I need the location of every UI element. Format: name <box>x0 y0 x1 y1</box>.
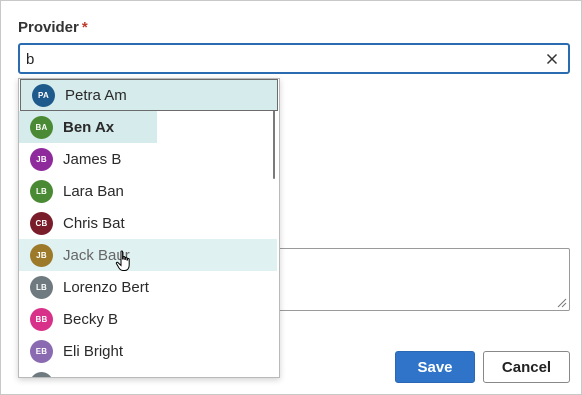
dropdown-option[interactable]: EB Eli Bright <box>19 335 277 367</box>
dropdown-option[interactable]: BB Becky B <box>19 303 277 335</box>
avatar: LB <box>30 275 53 299</box>
avatar: BA <box>30 115 53 139</box>
avatar: JB <box>30 243 53 267</box>
dropdown-option[interactable]: JB James B <box>19 143 277 175</box>
save-button[interactable]: Save <box>395 351 475 383</box>
avatar: PA <box>32 83 55 107</box>
form-panel: Provider* Save Cancel PA Petra Am BA Ben… <box>0 0 582 395</box>
option-name: Lara Ban <box>63 182 124 200</box>
dropdown-option[interactable] <box>19 367 277 377</box>
cancel-button[interactable]: Cancel <box>483 351 570 383</box>
hand-pointer-icon <box>115 250 130 271</box>
dropdown-option[interactable]: PA Petra Am <box>20 79 278 111</box>
avatar: BB <box>30 307 53 331</box>
dropdown-option[interactable]: CB Chris Bat <box>19 207 277 239</box>
provider-label-text: Provider <box>18 19 79 36</box>
option-name: Ben Ax <box>63 118 115 136</box>
avatar: EB <box>30 339 53 363</box>
resize-handle-icon[interactable] <box>555 296 567 308</box>
provider-dropdown[interactable]: PA Petra Am BA Ben Ax JB James B LB Lara… <box>18 78 280 378</box>
option-name: James B <box>63 150 122 168</box>
option-name: Chris Bat <box>63 214 125 232</box>
option-name: Lorenzo Bert <box>63 278 149 296</box>
dropdown-option[interactable]: LB Lorenzo Bert <box>19 271 277 303</box>
clear-icon[interactable] <box>544 51 560 67</box>
option-name: Petra Am <box>65 86 127 104</box>
provider-label: Provider * <box>18 19 88 36</box>
dropdown-option[interactable]: JB Jack Baur <box>19 239 277 271</box>
option-name: Eli Bright <box>63 342 124 360</box>
dropdown-option[interactable]: BA Ben Ax <box>19 111 157 143</box>
avatar <box>30 371 53 377</box>
required-marker: * <box>81 19 88 36</box>
avatar: JB <box>30 147 53 171</box>
avatar: CB <box>30 211 53 235</box>
provider-input[interactable] <box>26 49 536 69</box>
provider-input-box[interactable] <box>18 43 570 74</box>
dropdown-option[interactable]: LB Lara Ban <box>19 175 277 207</box>
avatar: LB <box>30 179 53 203</box>
option-name: Becky B <box>63 310 119 328</box>
